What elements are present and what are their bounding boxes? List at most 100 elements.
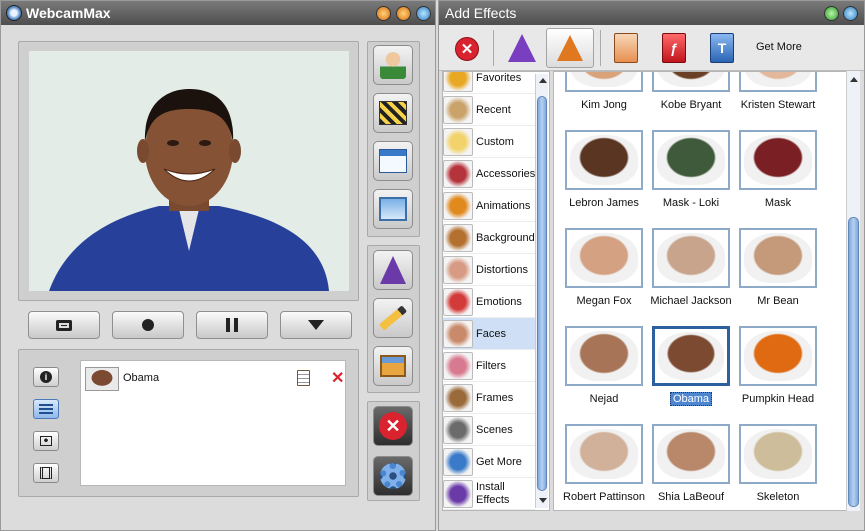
grid-scroll-up-arrow-icon[interactable] [850,77,858,82]
effect-tile[interactable]: Kim Jong [561,72,647,112]
face-image [744,233,812,283]
category-label: Frames [476,391,514,404]
category-item[interactable]: Background [443,222,535,254]
category-item[interactable]: Accessories [443,158,535,190]
face-image [657,429,725,479]
add-image-effect-button[interactable] [614,33,638,63]
effect-thumbnail [652,326,730,386]
effects-grid: Kim Jong Kobe Bryant Kristen Stewart Lebron… [553,71,849,511]
effects-scrollbar[interactable] [846,71,860,511]
face-image [657,72,725,87]
category-scrollbar[interactable] [535,74,548,508]
effects-title-bar: Add Effects [439,1,864,25]
face-image [657,135,725,185]
category-item[interactable]: Animations [443,190,535,222]
category-item[interactable]: Frames [443,382,535,414]
face-image [657,233,725,283]
category-item[interactable]: Recent [443,94,535,126]
face-image [658,332,724,380]
category-item[interactable]: Faces [443,318,535,350]
face-image [744,135,812,185]
face-image [570,233,638,283]
effect-label: Megan Fox [576,295,632,307]
effect-tile[interactable]: Lebron James [561,130,647,210]
effect-label: Shia LaBeouf [657,491,725,503]
category-label: Background [476,231,535,244]
cap-icon [443,159,473,188]
effect-label: Mask [764,197,792,209]
effect-label: Robert Pattinson [563,491,645,503]
remove-all-effects-button[interactable]: ✕ [455,37,479,61]
add-text-effect-button[interactable]: T [710,33,734,63]
effects-minimize-button[interactable] [824,6,839,21]
effect-tile[interactable]: Megan Fox [561,228,647,308]
category-item[interactable]: Install Effects [443,478,535,510]
effect-label: Skeleton [756,491,800,503]
effect-tile[interactable]: Mask - Loki [648,130,734,210]
category-scroll-thumb[interactable] [537,96,547,491]
category-label: Favorites [476,71,522,84]
effect-label: Mask - Loki [662,197,720,209]
effect-label: Kim Jong [581,99,627,111]
butterfly-icon [443,191,473,220]
add-flash-effect-button[interactable]: ƒ [662,33,686,63]
effect-thumbnail [739,326,817,386]
category-item[interactable]: Distortions [443,254,535,286]
effect-tile[interactable]: Mask [735,130,821,210]
effect-tile[interactable]: Kobe Bryant [648,72,734,112]
effect-tile[interactable]: Skeleton [735,424,821,504]
scroll-down-arrow-icon[interactable] [539,498,547,503]
magic-effects-tab[interactable] [546,28,594,68]
effect-tile[interactable]: Nejad [561,326,647,406]
close-window-button[interactable] [416,6,431,21]
wizard-hat-icon [443,479,473,508]
effect-label: Kristen Stewart [740,99,816,111]
effect-thumbnail [565,72,643,92]
effect-label: Pumpkin Head [741,393,815,405]
title-bar: WebcamMax [1,1,435,25]
effects-close-button[interactable] [843,6,858,21]
category-label: Emotions [476,295,522,308]
magic-hat-button[interactable] [508,34,536,62]
effect-thumbnail [565,228,643,288]
app-title: WebcamMax [26,5,111,21]
filter-icon [443,351,473,380]
effect-tile[interactable]: Shia LaBeouf [648,424,734,504]
category-item[interactable]: Emotions [443,286,535,318]
clock-icon [443,95,473,124]
effect-tile[interactable]: Obama [648,326,734,406]
frame-icon [443,383,473,412]
effect-tile[interactable]: Pumpkin Head [735,326,821,406]
effect-thumbnail [652,72,730,92]
face-image [570,331,638,381]
effect-thumbnail [739,130,817,190]
face-image [570,429,638,479]
category-label: Recent [476,103,511,116]
effects-title: Add Effects [445,5,517,21]
effect-tile[interactable]: Robert Pattinson [561,424,647,504]
get-more-link[interactable]: Get More [756,41,802,53]
category-item[interactable]: Custom [443,126,535,158]
effect-label: Obama [669,392,713,406]
category-label: Distortions [476,263,528,276]
effect-tile[interactable]: Kristen Stewart [735,72,821,112]
landscape-icon [443,223,473,252]
category-label: Animations [476,199,531,212]
effect-label: Nejad [589,393,619,405]
effect-thumbnail [652,228,730,288]
category-item[interactable]: Get More [443,446,535,478]
grid-scroll-thumb[interactable] [848,217,859,507]
face-image [744,331,812,381]
scroll-up-arrow-icon[interactable] [539,78,547,83]
folder-icon [443,127,473,156]
effect-label: Mr Bean [757,295,799,307]
effect-tile[interactable]: Michael Jackson [648,228,734,308]
effect-tile[interactable]: Mr Bean [735,228,821,308]
minimize-button[interactable] [376,6,391,21]
face-image [744,72,812,87]
effect-thumbnail [565,424,643,484]
effect-label: Lebron James [569,197,639,209]
category-item[interactable]: Scenes [443,414,535,446]
category-item[interactable]: Filters [443,350,535,382]
maximize-button[interactable] [396,6,411,21]
